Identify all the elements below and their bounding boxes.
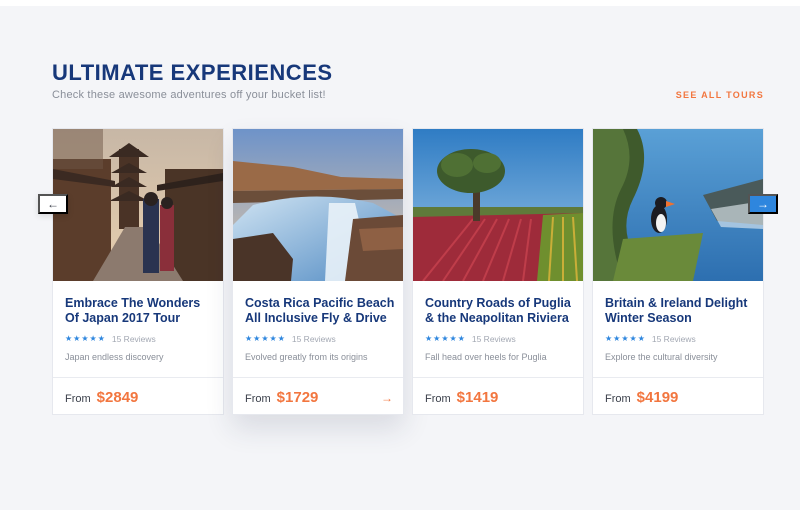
review-count[interactable]: 15 Reviews (292, 334, 336, 344)
tour-price: $2849 (96, 389, 139, 406)
tour-price: $1729 (276, 389, 319, 406)
star-icon: ★ (277, 334, 285, 343)
arrow-right-icon[interactable]: → (381, 391, 393, 405)
star-icon: ★ (629, 334, 637, 343)
star-icon: ★ (245, 334, 253, 343)
tour-photo-costa-rica[interactable] (233, 129, 403, 281)
carousel-prev-button[interactable]: ← (38, 194, 68, 214)
star-icon: ★ (425, 334, 433, 343)
tour-carousel: Embrace The Wonders Of Japan 2017 Tour ★… (52, 128, 764, 415)
star-icon: ★ (605, 334, 613, 343)
review-count[interactable]: 15 Reviews (652, 334, 696, 344)
star-icon: ★ (441, 334, 449, 343)
waterfall-canyon-image (233, 129, 403, 281)
star-icon: ★ (613, 334, 621, 343)
tour-description: Evolved greatly from its origins (245, 352, 368, 362)
carousel-next-button[interactable]: → (748, 194, 778, 214)
tour-title[interactable]: Country Roads of Puglia & the Neapolitan… (425, 296, 575, 326)
review-count[interactable]: 15 Reviews (112, 334, 156, 344)
star-icon: ★ (637, 334, 645, 343)
star-rating-icons: ★ ★ ★ ★ ★ (245, 334, 286, 344)
card-divider (53, 377, 223, 378)
tour-photo-puglia[interactable] (413, 129, 583, 281)
section-subtitle: Check these awesome adventures off your … (52, 89, 326, 101)
card-divider (593, 377, 763, 378)
tour-description: Japan endless discovery (65, 352, 164, 362)
japan-street-image (53, 129, 223, 281)
top-strip (0, 0, 800, 6)
tour-card[interactable]: Costa Rica Pacific Beach All Inclusive F… (232, 128, 404, 415)
star-rating-icons: ★ ★ ★ ★ ★ (605, 334, 646, 344)
tour-rating: ★ ★ ★ ★ ★ 15 Reviews (65, 334, 156, 344)
olive-tree-field-image (413, 129, 583, 281)
star-rating-icons: ★ ★ ★ ★ ★ (425, 334, 466, 344)
tour-photo-japan[interactable] (53, 129, 223, 281)
tour-photo-britain[interactable] (593, 129, 763, 281)
tour-title[interactable]: Costa Rica Pacific Beach All Inclusive F… (245, 296, 395, 326)
tour-rating: ★ ★ ★ ★ ★ 15 Reviews (605, 334, 696, 344)
tour-price: $1419 (456, 389, 499, 406)
tour-rating: ★ ★ ★ ★ ★ 15 Reviews (245, 334, 336, 344)
see-all-tours-link[interactable]: SEE ALL TOURS (676, 90, 764, 100)
price-row: From $4199 (605, 389, 678, 406)
star-icon: ★ (97, 334, 105, 343)
star-icon: ★ (89, 334, 97, 343)
card-divider (233, 377, 403, 378)
tour-card[interactable]: Embrace The Wonders Of Japan 2017 Tour ★… (52, 128, 224, 415)
puffin-cliff-image (593, 129, 763, 281)
star-icon: ★ (81, 334, 89, 343)
price-row: From $2849 (65, 389, 138, 406)
card-divider (413, 377, 583, 378)
tour-card[interactable]: Country Roads of Puglia & the Neapolitan… (412, 128, 584, 415)
tour-title[interactable]: Embrace The Wonders Of Japan 2017 Tour (65, 296, 215, 326)
star-icon: ★ (449, 334, 457, 343)
from-label: From (245, 393, 271, 405)
from-label: From (425, 393, 451, 405)
tour-description: Explore the cultural diversity (605, 352, 718, 362)
tour-description: Fall head over heels for Puglia (425, 352, 547, 362)
review-count[interactable]: 15 Reviews (472, 334, 516, 344)
star-icon: ★ (457, 334, 465, 343)
price-row: From $1729 (245, 389, 318, 406)
tour-price: $4199 (636, 389, 679, 406)
from-label: From (605, 393, 631, 405)
tour-rating: ★ ★ ★ ★ ★ 15 Reviews (425, 334, 516, 344)
tour-title[interactable]: Britain & Ireland Delight Winter Season (605, 296, 755, 326)
section-title: ULTIMATE EXPERIENCES (52, 60, 333, 85)
star-icon: ★ (253, 334, 261, 343)
star-icon: ★ (261, 334, 269, 343)
star-icon: ★ (73, 334, 81, 343)
star-rating-icons: ★ ★ ★ ★ ★ (65, 334, 106, 344)
star-icon: ★ (621, 334, 629, 343)
star-icon: ★ (65, 334, 73, 343)
arrow-right-icon: → (757, 197, 769, 211)
tour-card[interactable]: Britain & Ireland Delight Winter Season … (592, 128, 764, 415)
price-row: From $1419 (425, 389, 498, 406)
from-label: From (65, 393, 91, 405)
star-icon: ★ (269, 334, 277, 343)
arrow-left-icon: ← (47, 197, 59, 211)
star-icon: ★ (433, 334, 441, 343)
